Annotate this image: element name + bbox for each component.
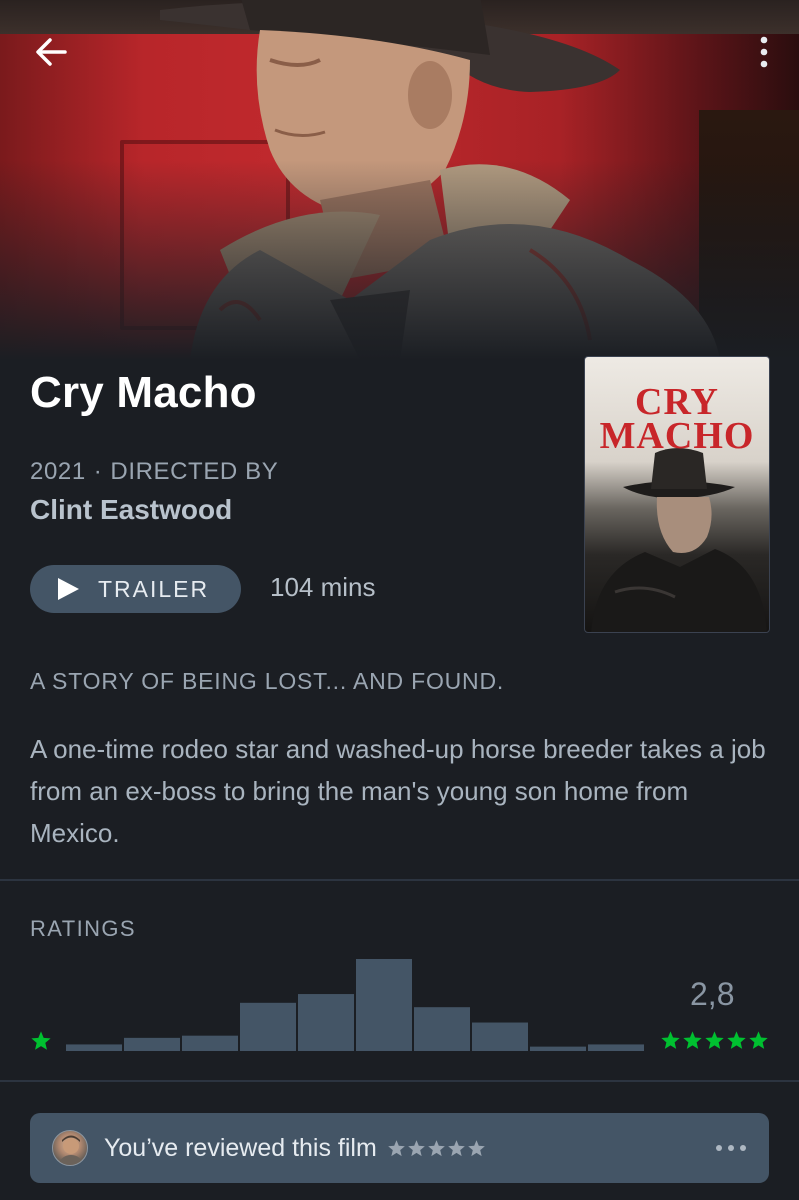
review-status-text: You’ve reviewed this film xyxy=(104,1133,377,1162)
star-icon xyxy=(388,1139,405,1156)
histogram-bar[interactable] xyxy=(124,1037,180,1051)
ratings-average[interactable]: 2,8 xyxy=(690,976,734,1013)
star-icon xyxy=(705,1031,724,1049)
histogram-bar[interactable] xyxy=(182,1035,238,1051)
star-icon xyxy=(683,1031,702,1049)
histogram-bar[interactable] xyxy=(530,1046,586,1051)
play-icon xyxy=(58,578,79,600)
film-director[interactable]: Clint Eastwood xyxy=(30,494,232,526)
histogram-bar[interactable] xyxy=(240,1002,296,1051)
more-options-button[interactable] xyxy=(751,30,777,74)
trailer-label: TRAILER xyxy=(98,575,210,602)
film-runtime: 104 mins xyxy=(270,572,376,602)
film-title: Cry Macho xyxy=(30,368,257,417)
star-icon xyxy=(749,1031,768,1049)
directed-by-label: DIRECTED BY xyxy=(110,458,279,485)
star-icon xyxy=(428,1139,445,1156)
star-icon-min xyxy=(31,1031,51,1050)
star-icon xyxy=(661,1031,680,1049)
arrow-left-icon xyxy=(36,38,67,66)
film-year[interactable]: 2021 xyxy=(30,458,86,485)
poster-title-line-1: CRY xyxy=(635,381,719,423)
film-tagline: A STORY OF BEING LOST... AND FOUND. xyxy=(30,668,505,694)
film-meta: 2021 · DIRECTED BY xyxy=(30,458,278,486)
histogram-bar[interactable] xyxy=(588,1044,644,1051)
more-dot-icon xyxy=(740,1145,746,1151)
divider-bottom xyxy=(0,1080,799,1082)
poster-title: CRY MACHO xyxy=(585,381,769,457)
histogram-bar[interactable] xyxy=(414,1007,470,1051)
backdrop-fade xyxy=(0,160,799,360)
poster-title-line-2: MACHO xyxy=(599,415,755,457)
film-backdrop xyxy=(0,0,799,360)
avatar-image xyxy=(57,1135,85,1165)
star-icon xyxy=(448,1139,465,1156)
histogram-bar[interactable] xyxy=(472,1022,528,1051)
divider-top xyxy=(0,879,799,881)
star-icon xyxy=(408,1139,425,1156)
star-icon xyxy=(727,1031,746,1049)
your-review-bar[interactable]: You’ve reviewed this film xyxy=(30,1113,769,1183)
review-more-button[interactable] xyxy=(711,1135,751,1161)
meta-separator: · xyxy=(93,458,103,485)
review-rating-stars xyxy=(387,1139,486,1158)
more-dot-icon xyxy=(728,1145,734,1151)
more-vertical-icon xyxy=(760,36,768,68)
ratings-label: RATINGS xyxy=(30,916,136,941)
more-dot-icon xyxy=(716,1145,722,1151)
histogram-bar[interactable] xyxy=(66,1044,122,1051)
user-avatar xyxy=(52,1130,88,1166)
back-button[interactable] xyxy=(26,30,76,74)
star-icon xyxy=(468,1139,485,1156)
stars-max xyxy=(660,1030,770,1056)
histogram-bar[interactable] xyxy=(356,959,412,1051)
film-detail-page: CRY MACHO Cry Macho 2021 · DIRECTED BY Cli… xyxy=(0,0,799,1200)
film-synopsis[interactable]: A one-time rodeo star and washed-up hors… xyxy=(30,728,770,854)
trailer-button[interactable]: TRAILER xyxy=(30,565,241,613)
film-poster[interactable]: CRY MACHO xyxy=(584,356,770,633)
histogram-bar[interactable] xyxy=(298,994,354,1051)
